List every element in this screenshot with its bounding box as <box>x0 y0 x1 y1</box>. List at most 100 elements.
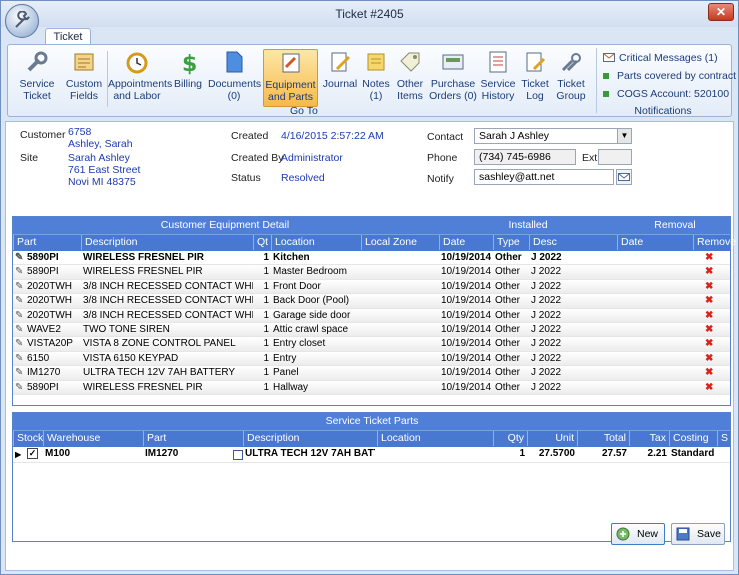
remove-icon[interactable]: ✖ <box>705 266 713 277</box>
equipment-row[interactable]: ✎ IM1270 ULTRA TECH 12V 7AH BATTERY 1 Panel 1… <box>13 366 730 381</box>
cell-date: 10/19/2014 <box>441 309 492 321</box>
edit-pencil-icon[interactable]: ✎ <box>15 367 23 378</box>
edit-pencil-icon[interactable]: ✎ <box>15 338 23 349</box>
cell-description: WIRELESS FRESNEL PIR <box>83 266 203 278</box>
other-items-button[interactable]: Other Items <box>394 49 426 107</box>
col-part[interactable]: Part <box>13 235 81 250</box>
col-costing[interactable]: Costing <box>669 431 717 446</box>
tag-icon <box>400 52 420 72</box>
remove-icon[interactable]: ✖ <box>705 310 713 321</box>
col-local-zone[interactable]: Local Zone <box>361 235 439 250</box>
equipment-row[interactable]: ✎ WAVE2 TWO TONE SIREN 1 Attic crawl space 10… <box>13 322 730 338</box>
customer-id-link[interactable]: 6758 <box>68 126 91 138</box>
billing-button[interactable]: $ Billing <box>168 49 208 107</box>
col-unit-price[interactable]: Unit Price <box>527 431 577 459</box>
service-history-button[interactable]: Service History <box>480 49 516 107</box>
contact-select[interactable]: Sarah J Ashley ▼ <box>474 128 632 144</box>
remove-icon[interactable]: ✖ <box>705 281 713 292</box>
phone-field[interactable]: (734) 745-6986 <box>474 149 576 165</box>
parts-row[interactable]: ▶ ✓ M100 IM1270 ULTRA TECH 12V 7AH BATTE... 1… <box>13 447 730 463</box>
stock-checkbox[interactable]: ✓ <box>27 448 38 459</box>
log-icon <box>526 52 546 72</box>
cell-type: Other <box>495 381 521 393</box>
col-type[interactable]: Type <box>493 235 529 250</box>
send-email-button[interactable] <box>616 169 632 185</box>
journal-button[interactable]: Journal <box>320 49 360 107</box>
site-name-link[interactable]: Sarah Ashley <box>68 152 130 164</box>
purchase-orders-button[interactable]: Purchase Orders (0) <box>428 49 478 107</box>
remove-icon[interactable]: ✖ <box>705 295 713 306</box>
part-lookup-button[interactable] <box>233 450 243 460</box>
svg-text:$: $ <box>182 52 197 75</box>
col-removal-date[interactable]: Date <box>617 235 693 250</box>
edit-pencil-icon[interactable]: ✎ <box>15 281 23 292</box>
notes-button[interactable]: Notes (1) <box>360 49 392 107</box>
envelope-icon <box>618 173 630 181</box>
remove-icon[interactable]: ✖ <box>705 338 713 349</box>
equipment-parts-button[interactable]: Equipment and Parts <box>263 49 318 107</box>
cell-location: Back Door (Pool) <box>273 295 350 307</box>
edit-pencil-icon[interactable]: ✎ <box>15 382 23 393</box>
edit-pencil-icon[interactable]: ✎ <box>15 310 23 321</box>
col-stock[interactable]: Stock <box>13 431 43 446</box>
col-description[interactable]: Description <box>81 235 253 250</box>
equipment-row[interactable]: ✎ 5890PI WIRELESS FRESNEL PIR 1 Kitchen 10/19… <box>13 251 730 266</box>
cell-desc: J 2022 <box>531 352 562 364</box>
col-part[interactable]: Part <box>143 431 243 446</box>
col-location[interactable]: Location <box>377 431 493 446</box>
edit-pencil-icon[interactable]: ✎ <box>15 295 23 306</box>
close-button[interactable]: ✕ <box>708 3 734 21</box>
app-menu-button[interactable] <box>5 4 39 38</box>
edit-pencil-icon[interactable]: ✎ <box>15 353 23 364</box>
service-ticket-button[interactable]: Service Ticket <box>12 49 62 107</box>
col-qty[interactable]: Qty <box>493 431 527 446</box>
edit-pencil-icon[interactable]: ✎ <box>15 252 23 263</box>
col-desc[interactable]: Desc <box>529 235 617 250</box>
critical-messages-item[interactable]: Critical Messages (1) <box>603 52 718 64</box>
ext-field[interactable] <box>598 149 632 165</box>
col-s[interactable]: S <box>717 431 731 446</box>
save-button[interactable]: Save <box>671 523 725 545</box>
equipment-row[interactable]: ✎ 5890PI WIRELESS FRESNEL PIR 1 Hallway 10/19… <box>13 380 730 395</box>
green-status-icon <box>603 91 609 98</box>
col-installed-date[interactable]: Date <box>439 235 493 250</box>
col-total-price[interactable]: Total Price <box>577 431 629 459</box>
cell-type: Other <box>495 252 522 263</box>
ticket-group-button[interactable]: Ticket Group <box>554 49 588 107</box>
col-location[interactable]: Location <box>271 235 361 250</box>
remove-icon[interactable]: ✖ <box>705 324 713 335</box>
cell-date: 10/19/2014 <box>441 381 492 393</box>
equipment-row[interactable]: ✎ 2020TWH 3/8 INCH RECESSED CONTACT WHITE.… <box>13 308 730 323</box>
remove-icon[interactable]: ✖ <box>705 367 713 378</box>
cell-unit-price: 27.5700 <box>538 448 575 459</box>
journal-icon <box>331 52 351 72</box>
cell-desc: J 2022 <box>531 280 562 292</box>
col-description[interactable]: Description <box>243 431 377 446</box>
remove-icon[interactable]: ✖ <box>705 382 713 393</box>
edit-pencil-icon[interactable]: ✎ <box>15 266 23 277</box>
col-qty[interactable]: Qt <box>253 235 271 250</box>
parts-title: Service Ticket Parts <box>325 415 419 427</box>
equipment-row[interactable]: ✎ 2020TWH 3/8 INCH RECESSED CONTACT WHITE.… <box>13 294 730 309</box>
cell-qty: 1 <box>263 367 269 379</box>
equipment-row[interactable]: ✎ 6150 VISTA 6150 KEYPAD 1 Entry 10/19/2014 Ot… <box>13 351 730 367</box>
add-icon <box>616 527 630 541</box>
custom-fields-button[interactable]: Custom Fields <box>62 49 106 107</box>
remove-icon[interactable]: ✖ <box>705 353 713 364</box>
appointments-labor-button[interactable]: Appointments and Labor <box>108 49 172 107</box>
customer-name-link[interactable]: Ashley, Sarah <box>68 138 133 150</box>
col-remove[interactable]: Remove <box>693 235 736 250</box>
cell-description: 3/8 INCH RECESSED CONTACT WHITE... <box>83 280 253 292</box>
equipment-row[interactable]: ✎ 2020TWH 3/8 INCH RECESSED CONTACT WHITE.… <box>13 279 730 295</box>
remove-icon[interactable]: ✖ <box>705 252 713 263</box>
equipment-row[interactable]: ✎ VISTA20P VISTA 8 ZONE CONTROL PANEL 1 Entr… <box>13 337 730 352</box>
notify-field[interactable]: sashley@att.net <box>474 169 614 185</box>
chevron-down-icon[interactable]: ▼ <box>617 129 631 143</box>
equipment-row[interactable]: ✎ 5890PI WIRELESS FRESNEL PIR 1 Master Bedro… <box>13 265 730 280</box>
edit-pencil-icon[interactable]: ✎ <box>15 324 23 335</box>
new-button[interactable]: New <box>611 523 665 545</box>
col-tax[interactable]: Tax <box>629 431 669 446</box>
col-warehouse[interactable]: Warehouse <box>43 431 143 446</box>
documents-button[interactable]: Documents (0) <box>208 49 261 107</box>
ticket-log-button[interactable]: Ticket Log <box>518 49 552 107</box>
